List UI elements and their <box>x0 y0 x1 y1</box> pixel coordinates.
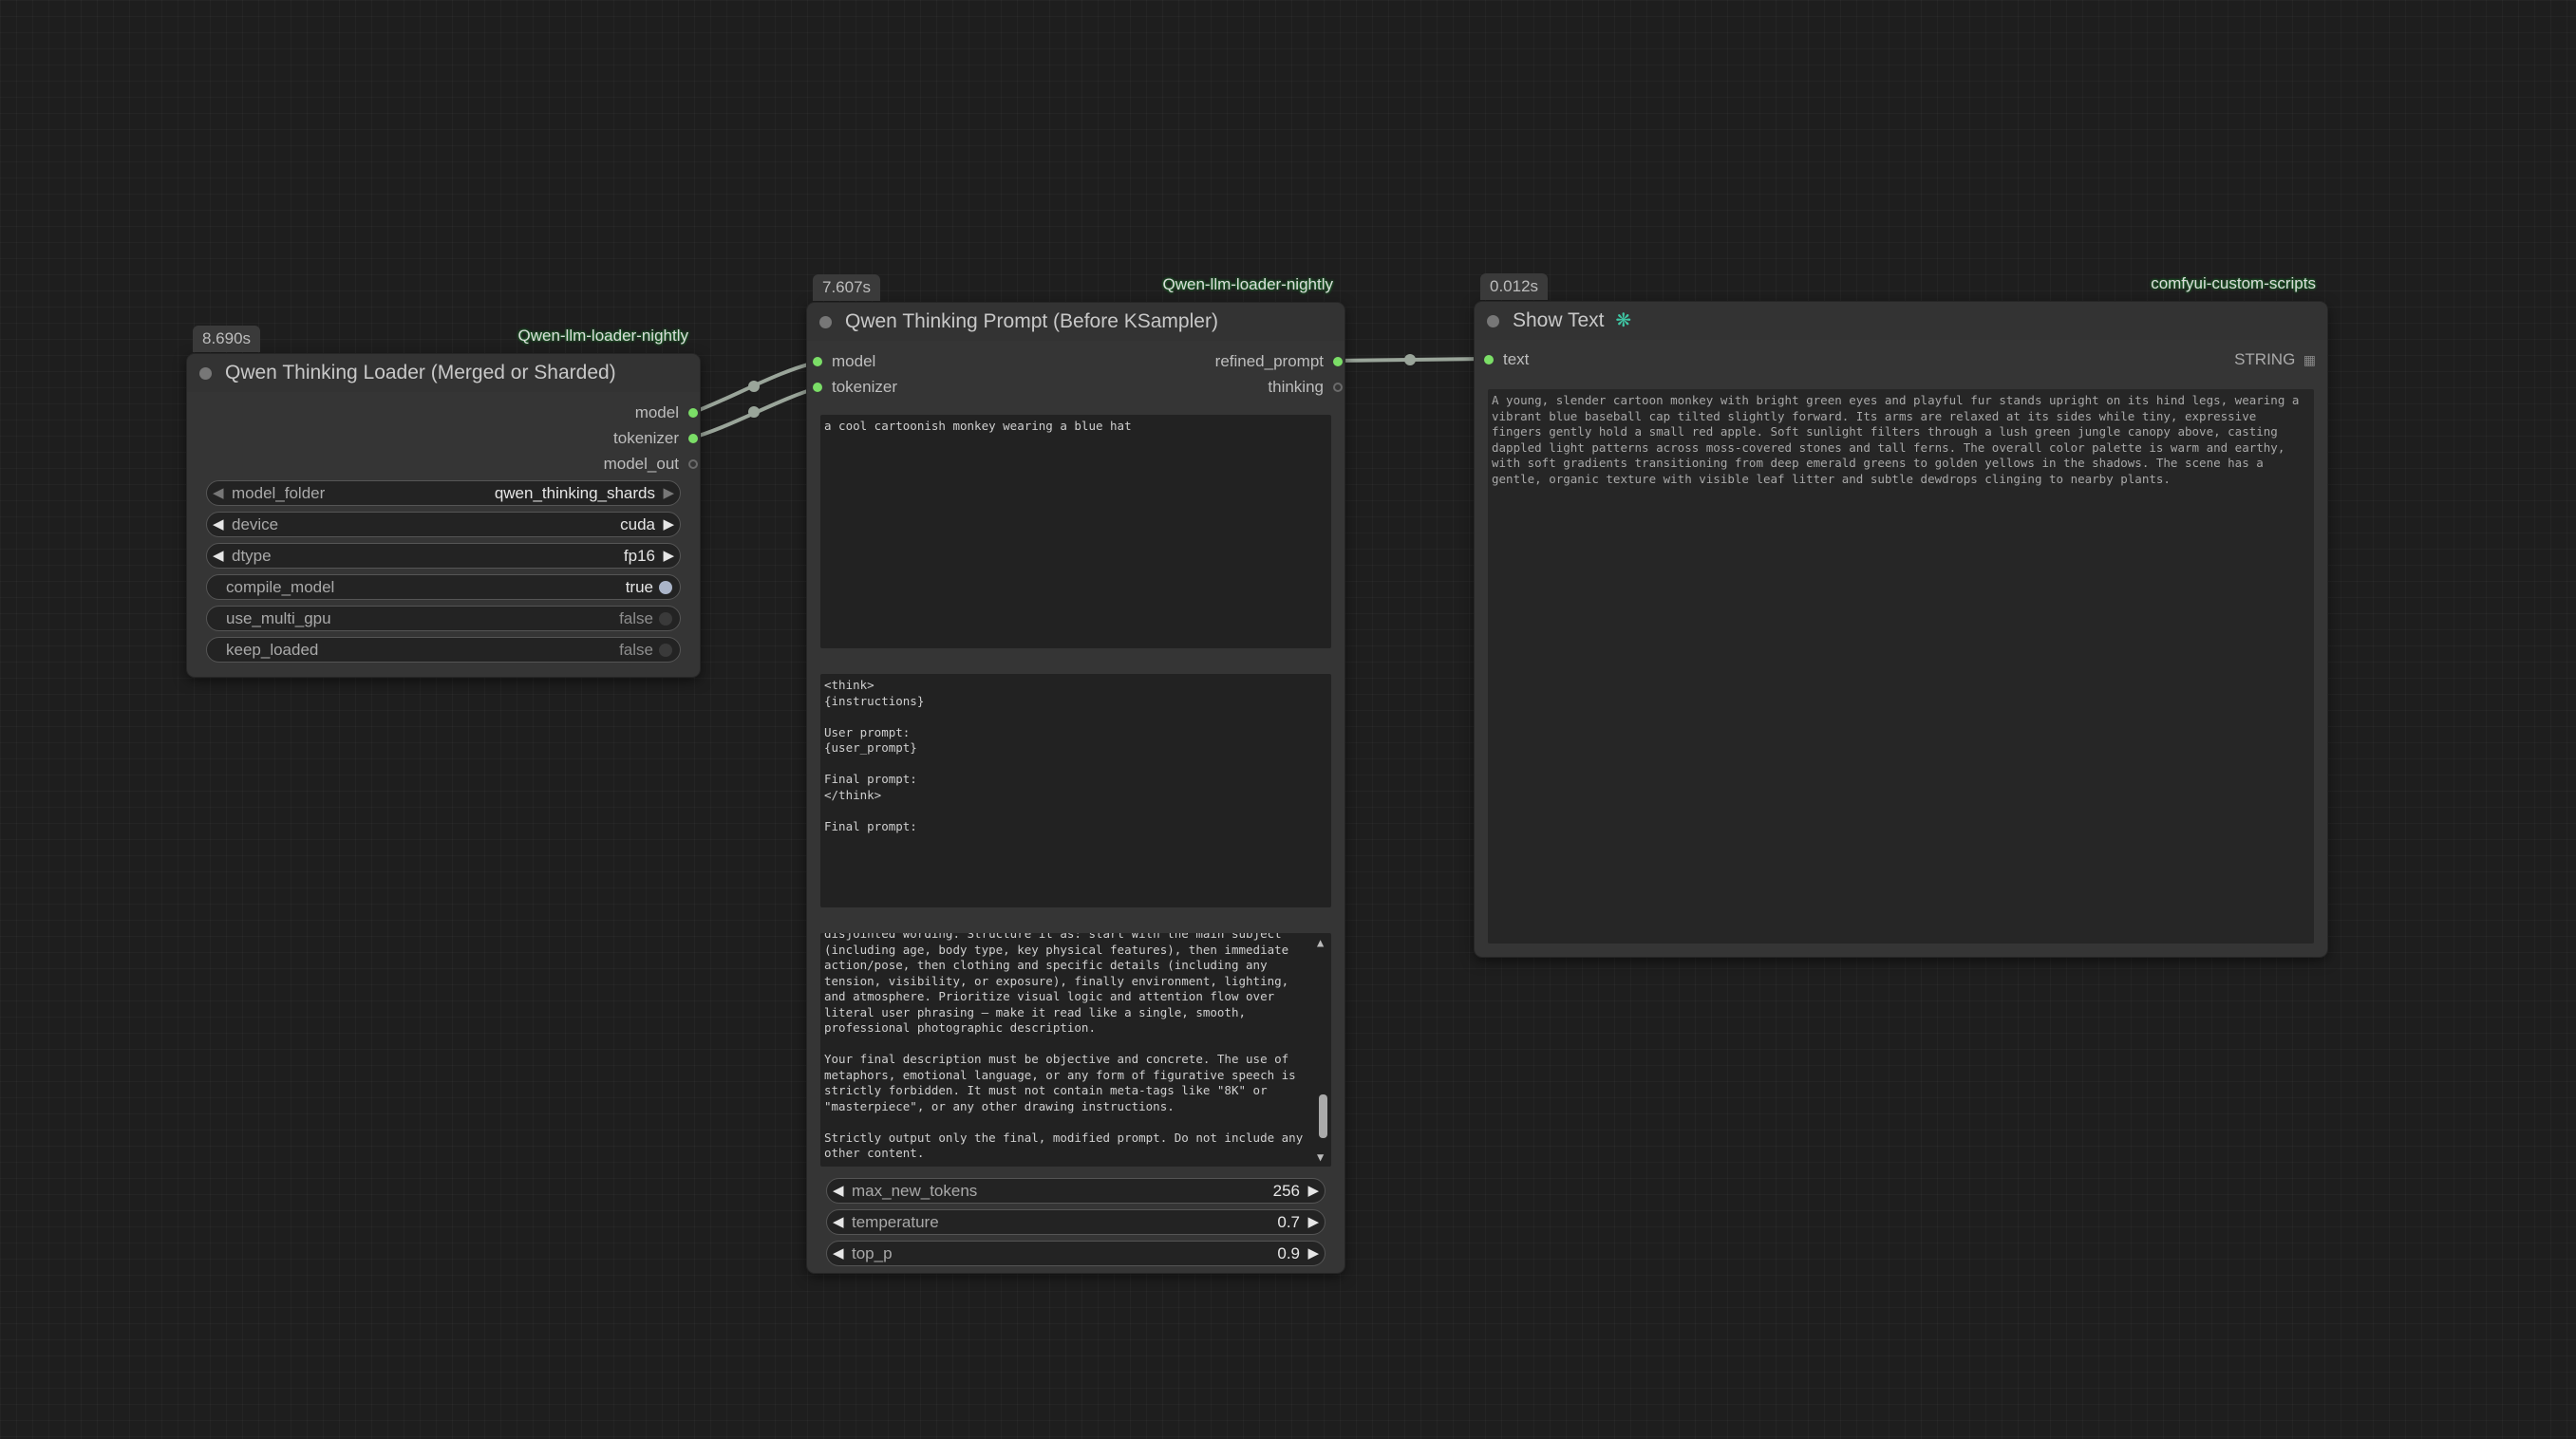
output-slot-thinking[interactable]: thinking <box>1268 377 1344 398</box>
slot-connector-icon[interactable] <box>813 383 822 392</box>
execution-time-badge: 8.690s <box>193 326 261 352</box>
slot-connector-icon[interactable] <box>1333 383 1343 392</box>
increment-arrow-icon[interactable]: ▶ <box>663 481 674 505</box>
slot-connector-icon[interactable] <box>688 434 698 443</box>
show-text-node[interactable]: 0.012s comfyui-custom-scripts Show Text … <box>1475 273 2327 957</box>
output-slot-model-out[interactable]: model_out <box>604 454 700 475</box>
input-slot-text[interactable]: text <box>1482 349 1529 370</box>
node-title: Show Text <box>1513 309 1605 331</box>
dtype-combo[interactable]: ◀ dtype fp16 ▶ <box>206 543 681 569</box>
node-title: Qwen Thinking Prompt (Before KSampler) <box>845 310 1218 332</box>
node-title-bar[interactable]: Show Text ❋ <box>1475 302 2327 340</box>
textarea-scrollbar[interactable]: ▲ ▼ <box>1314 933 1331 1167</box>
increment-arrow-icon[interactable]: ▶ <box>663 544 674 568</box>
node-source-label: Qwen-llm-loader-nightly <box>517 327 688 345</box>
collapse-dot-icon[interactable] <box>819 316 832 328</box>
collapse-dot-icon[interactable] <box>1487 315 1499 327</box>
slot-connector-icon[interactable] <box>813 357 822 366</box>
scrollbar-thumb[interactable] <box>1319 1094 1327 1138</box>
slot-connector-icon[interactable] <box>1484 355 1494 364</box>
toggle-knob-icon[interactable] <box>659 612 672 626</box>
slot-connector-icon[interactable] <box>1333 357 1343 366</box>
toggle-knob-icon[interactable] <box>659 644 672 657</box>
link-icon: ❋ <box>1615 310 1632 331</box>
compile-model-toggle[interactable]: compile_model true <box>206 574 681 600</box>
scroll-down-icon[interactable]: ▼ <box>1317 1149 1324 1166</box>
use-multi-gpu-toggle[interactable]: use_multi_gpu false <box>206 606 681 631</box>
show-text-output[interactable]: A young, slender cartoon monkey with bri… <box>1488 389 2314 944</box>
output-slot-tokenizer[interactable]: tokenizer <box>613 428 700 449</box>
temperature-number[interactable]: ◀ temperature 0.7 ▶ <box>826 1209 1326 1235</box>
execution-time-badge: 0.012s <box>1480 273 1549 300</box>
toggle-knob-icon[interactable] <box>659 581 672 594</box>
decrement-arrow-icon[interactable]: ◀ <box>213 544 224 568</box>
node-source-label: comfyui-custom-scripts <box>2151 274 2316 292</box>
output-slot-refined-prompt[interactable]: refined_prompt <box>1215 351 1344 372</box>
decrement-arrow-icon[interactable]: ◀ <box>833 1242 844 1265</box>
decrement-arrow-icon[interactable]: ◀ <box>213 513 224 536</box>
grid-grip-icon[interactable]: ▦ <box>2303 352 2316 367</box>
qwen-thinking-loader-node[interactable]: 8.690s Qwen-llm-loader-nightly Qwen Thin… <box>187 326 700 677</box>
output-slot-model[interactable]: model <box>635 402 700 423</box>
decrement-arrow-icon[interactable]: ◀ <box>833 1179 844 1203</box>
input-slot-model[interactable]: model <box>811 351 875 372</box>
execution-time-badge: 7.607s <box>813 274 881 301</box>
instructions-textarea[interactable]: disjointed wording. Structure it as: sta… <box>820 933 1331 1167</box>
link-refined-prompt-midpoint <box>1404 354 1416 365</box>
top-p-number[interactable]: ◀ top_p 0.9 ▶ <box>826 1241 1326 1266</box>
template-textarea[interactable]: <think> {instructions} User prompt: {use… <box>820 674 1331 907</box>
qwen-thinking-prompt-node[interactable]: 7.607s Qwen-llm-loader-nightly Qwen Thin… <box>807 274 1344 1273</box>
slot-connector-icon[interactable] <box>688 459 698 469</box>
model-folder-combo[interactable]: ◀ model_folder qwen_thinking_shards ▶ <box>206 480 681 506</box>
user-prompt-textarea[interactable]: a cool cartoonish monkey wearing a blue … <box>820 415 1331 648</box>
decrement-arrow-icon[interactable]: ◀ <box>213 481 224 505</box>
node-source-label: Qwen-llm-loader-nightly <box>1162 275 1333 293</box>
node-title: Qwen Thinking Loader (Merged or Sharded) <box>225 362 616 383</box>
collapse-dot-icon[interactable] <box>199 367 212 380</box>
increment-arrow-icon[interactable]: ▶ <box>1307 1179 1319 1203</box>
device-combo[interactable]: ◀ device cuda ▶ <box>206 512 681 537</box>
node-title-bar[interactable]: Qwen Thinking Loader (Merged or Sharded) <box>187 354 700 392</box>
input-slot-tokenizer[interactable]: tokenizer <box>811 377 897 398</box>
increment-arrow-icon[interactable]: ▶ <box>1307 1242 1319 1265</box>
scroll-up-icon[interactable]: ▲ <box>1317 935 1324 951</box>
node-title-bar[interactable]: Qwen Thinking Prompt (Before KSampler) <box>807 303 1344 341</box>
slot-connector-icon[interactable] <box>688 408 698 418</box>
max-new-tokens-number[interactable]: ◀ max_new_tokens 256 ▶ <box>826 1178 1326 1204</box>
instructions-text: disjointed wording. Structure it as: sta… <box>824 933 1304 1160</box>
link-model-midpoint <box>748 381 760 392</box>
decrement-arrow-icon[interactable]: ◀ <box>833 1210 844 1234</box>
output-type-label: STRING ▦ <box>2234 350 2316 368</box>
increment-arrow-icon[interactable]: ▶ <box>663 513 674 536</box>
increment-arrow-icon[interactable]: ▶ <box>1307 1210 1319 1234</box>
keep-loaded-toggle[interactable]: keep_loaded false <box>206 637 681 663</box>
link-tokenizer-midpoint <box>748 406 760 418</box>
